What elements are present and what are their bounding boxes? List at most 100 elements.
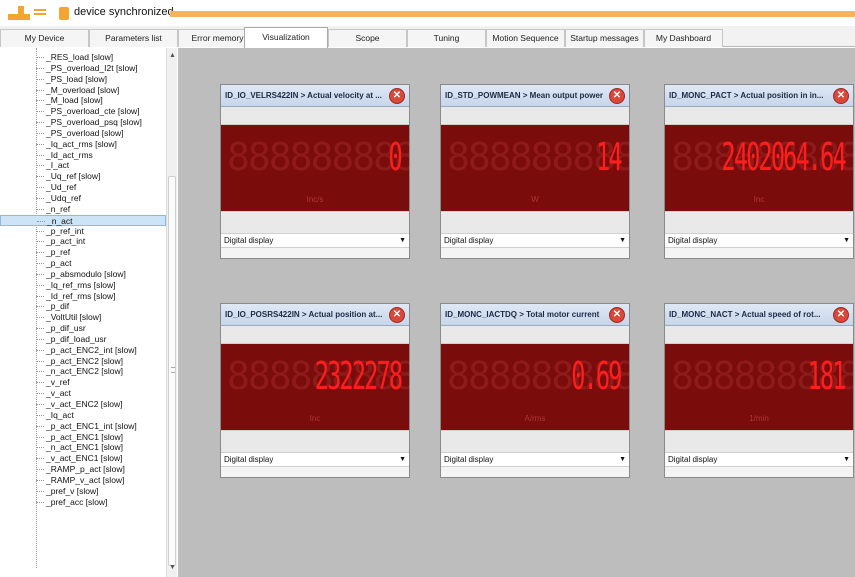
tree-scrollbar[interactable]: ▲ ▼: [166, 48, 177, 577]
display-panel[interactable]: ID_MONC_NACT > Actual speed of rot... ✕ 88…: [664, 303, 854, 478]
tree-item[interactable]: _Iq_act_rms [slow]: [0, 139, 166, 150]
tree-item[interactable]: _Udq_ref: [0, 193, 166, 204]
tree-item[interactable]: _I_act: [0, 160, 166, 171]
tree-item[interactable]: _v_ref: [0, 377, 166, 388]
panel-header[interactable]: ID_STD_POWMEAN > Mean output power ✕: [441, 85, 629, 107]
app-logo-icon: [8, 6, 30, 20]
tree-item[interactable]: _p_act_ENC2 [slow]: [0, 356, 166, 367]
tab-bar: My Device Parameters list Error memory V…: [0, 26, 855, 48]
tree-item[interactable]: _PS_load [slow]: [0, 74, 166, 85]
panel-title: ID_MONC_PACT > Actual position in in...: [669, 91, 824, 100]
tree-item[interactable]: _pref_v [slow]: [0, 486, 166, 497]
tree-item[interactable]: _RES_load [slow]: [0, 52, 166, 63]
display-panel[interactable]: ID_IO_VELRS422IN > Actual velocity at ..…: [220, 84, 410, 259]
display-panel[interactable]: ID_IO_POSRS422IN > Actual position at...…: [220, 303, 410, 478]
display-mode-select[interactable]: Digital display ▼: [665, 452, 853, 467]
display-mode-select[interactable]: Digital display ▼: [221, 452, 409, 467]
display-mode-label: Digital display: [444, 236, 494, 245]
tree-item[interactable]: _VoltUtil [slow]: [0, 312, 166, 323]
display-unit: Inc: [309, 414, 321, 423]
tree-item[interactable]: _n_act_ENC1 [slow]: [0, 442, 166, 453]
tree-item[interactable]: _RAMP_v_act [slow]: [0, 475, 166, 486]
display-value: 0.69: [571, 354, 623, 398]
display-value: 14: [596, 135, 623, 179]
display-mode-label: Digital display: [224, 236, 274, 245]
tree-item[interactable]: _p_absmodulo [slow]: [0, 269, 166, 280]
tree-item[interactable]: _RAMP_p_act [slow]: [0, 464, 166, 475]
scroll-thumb[interactable]: [168, 176, 176, 566]
tree-item[interactable]: _p_dif_usr: [0, 323, 166, 334]
display-panel[interactable]: ID_MONC_PACT > Actual position in in... ✕…: [664, 84, 854, 259]
panel-header[interactable]: ID_MONC_NACT > Actual speed of rot... ✕: [665, 304, 853, 326]
tab-startup-messages[interactable]: Startup messages: [565, 29, 644, 47]
close-icon[interactable]: ✕: [833, 88, 849, 104]
tree-item[interactable]: _v_act_ENC2 [slow]: [0, 399, 166, 410]
panel-header[interactable]: ID_IO_POSRS422IN > Actual position at...…: [221, 304, 409, 326]
display-panel[interactable]: ID_STD_POWMEAN > Mean output power ✕ 88888…: [440, 84, 630, 259]
chevron-down-icon[interactable]: ▼: [843, 453, 850, 467]
close-icon[interactable]: ✕: [833, 307, 849, 323]
tree-item[interactable]: _Ud_ref: [0, 182, 166, 193]
tree-item[interactable]: _p_dif_load_usr: [0, 334, 166, 345]
tree-item[interactable]: _p_ref: [0, 247, 166, 258]
tree-item[interactable]: _Uq_ref [slow]: [0, 171, 166, 182]
tree-item[interactable]: _PS_overload [slow]: [0, 128, 166, 139]
display-unit: Inc/s: [306, 195, 324, 204]
tree-item[interactable]: _n_act: [0, 214, 166, 226]
tree-item[interactable]: _pref_acc [slow]: [0, 497, 166, 508]
display-mode-label: Digital display: [668, 455, 718, 464]
display-segments-background: 8888888888: [227, 135, 409, 179]
tree-item[interactable]: _p_act: [0, 258, 166, 269]
digital-display: 88888888880.69A/rms: [441, 344, 629, 430]
tab-motion-sequence[interactable]: Motion Sequence: [486, 29, 565, 47]
tree-item[interactable]: _p_act_ENC2_int [slow]: [0, 345, 166, 356]
tab-parameters-list[interactable]: Parameters list: [89, 29, 178, 47]
tree-item[interactable]: _Id_act_rms: [0, 150, 166, 161]
chevron-down-icon[interactable]: ▼: [619, 453, 626, 467]
panel-header[interactable]: ID_MONC_PACT > Actual position in in... ✕: [665, 85, 853, 107]
tree-item[interactable]: _M_load [slow]: [0, 95, 166, 106]
chevron-down-icon[interactable]: ▼: [619, 234, 626, 248]
tree-item[interactable]: _p_ref_int: [0, 226, 166, 237]
tree-item[interactable]: _PS_overload_psq [slow]: [0, 117, 166, 128]
tab-my-device[interactable]: My Device: [0, 29, 89, 47]
tree-item[interactable]: _p_dif: [0, 301, 166, 312]
tree-item[interactable]: _n_ref: [0, 204, 166, 215]
tree-item[interactable]: _v_act_ENC1 [slow]: [0, 453, 166, 464]
tree-item[interactable]: _PS_overload_cte [slow]: [0, 106, 166, 117]
display-mode-select[interactable]: Digital display ▼: [441, 452, 629, 467]
tree-item[interactable]: _n_act_ENC2 [slow]: [0, 366, 166, 377]
tree-item[interactable]: _Iq_act: [0, 410, 166, 421]
tree-item[interactable]: _p_act_ENC1_int [slow]: [0, 421, 166, 432]
close-icon[interactable]: ✕: [609, 307, 625, 323]
chevron-down-icon[interactable]: ▼: [399, 234, 406, 248]
tree-item[interactable]: _M_overload [slow]: [0, 85, 166, 96]
chevron-down-icon[interactable]: ▼: [843, 234, 850, 248]
panel-header[interactable]: ID_MONC_IACTDQ > Total motor current ✕: [441, 304, 629, 326]
close-icon[interactable]: ✕: [389, 307, 405, 323]
display-panel[interactable]: ID_MONC_IACTDQ > Total motor current ✕ 888…: [440, 303, 630, 478]
device-status: device synchronized: [74, 6, 174, 18]
close-icon[interactable]: ✕: [609, 88, 625, 104]
scroll-up-icon[interactable]: ▲: [169, 52, 176, 59]
tree-item[interactable]: _p_act_int: [0, 236, 166, 247]
tree-item[interactable]: _p_act_ENC1 [slow]: [0, 432, 166, 443]
display-mode-select[interactable]: Digital display ▼: [665, 233, 853, 248]
menu-icon[interactable]: [34, 9, 46, 18]
tree-item[interactable]: _PS_overload_I2t [slow]: [0, 63, 166, 74]
display-mode-select[interactable]: Digital display ▼: [441, 233, 629, 248]
tab-tuning[interactable]: Tuning: [407, 29, 486, 47]
display-value: 2322278: [314, 354, 403, 398]
tree-item[interactable]: _Iq_ref_rms [slow]: [0, 280, 166, 291]
scroll-down-icon[interactable]: ▼: [169, 564, 176, 571]
chevron-down-icon[interactable]: ▼: [399, 453, 406, 467]
tab-scope[interactable]: Scope: [328, 29, 407, 47]
tab-visualization[interactable]: Visualization: [244, 27, 328, 48]
close-icon[interactable]: ✕: [389, 88, 405, 104]
tab-my-dashboard[interactable]: My Dashboard: [644, 29, 723, 47]
display-unit: W: [531, 195, 539, 204]
panel-header[interactable]: ID_IO_VELRS422IN > Actual velocity at ..…: [221, 85, 409, 107]
display-mode-select[interactable]: Digital display ▼: [221, 233, 409, 248]
tree-item[interactable]: _Id_ref_rms [slow]: [0, 291, 166, 302]
tree-item[interactable]: _v_act: [0, 388, 166, 399]
